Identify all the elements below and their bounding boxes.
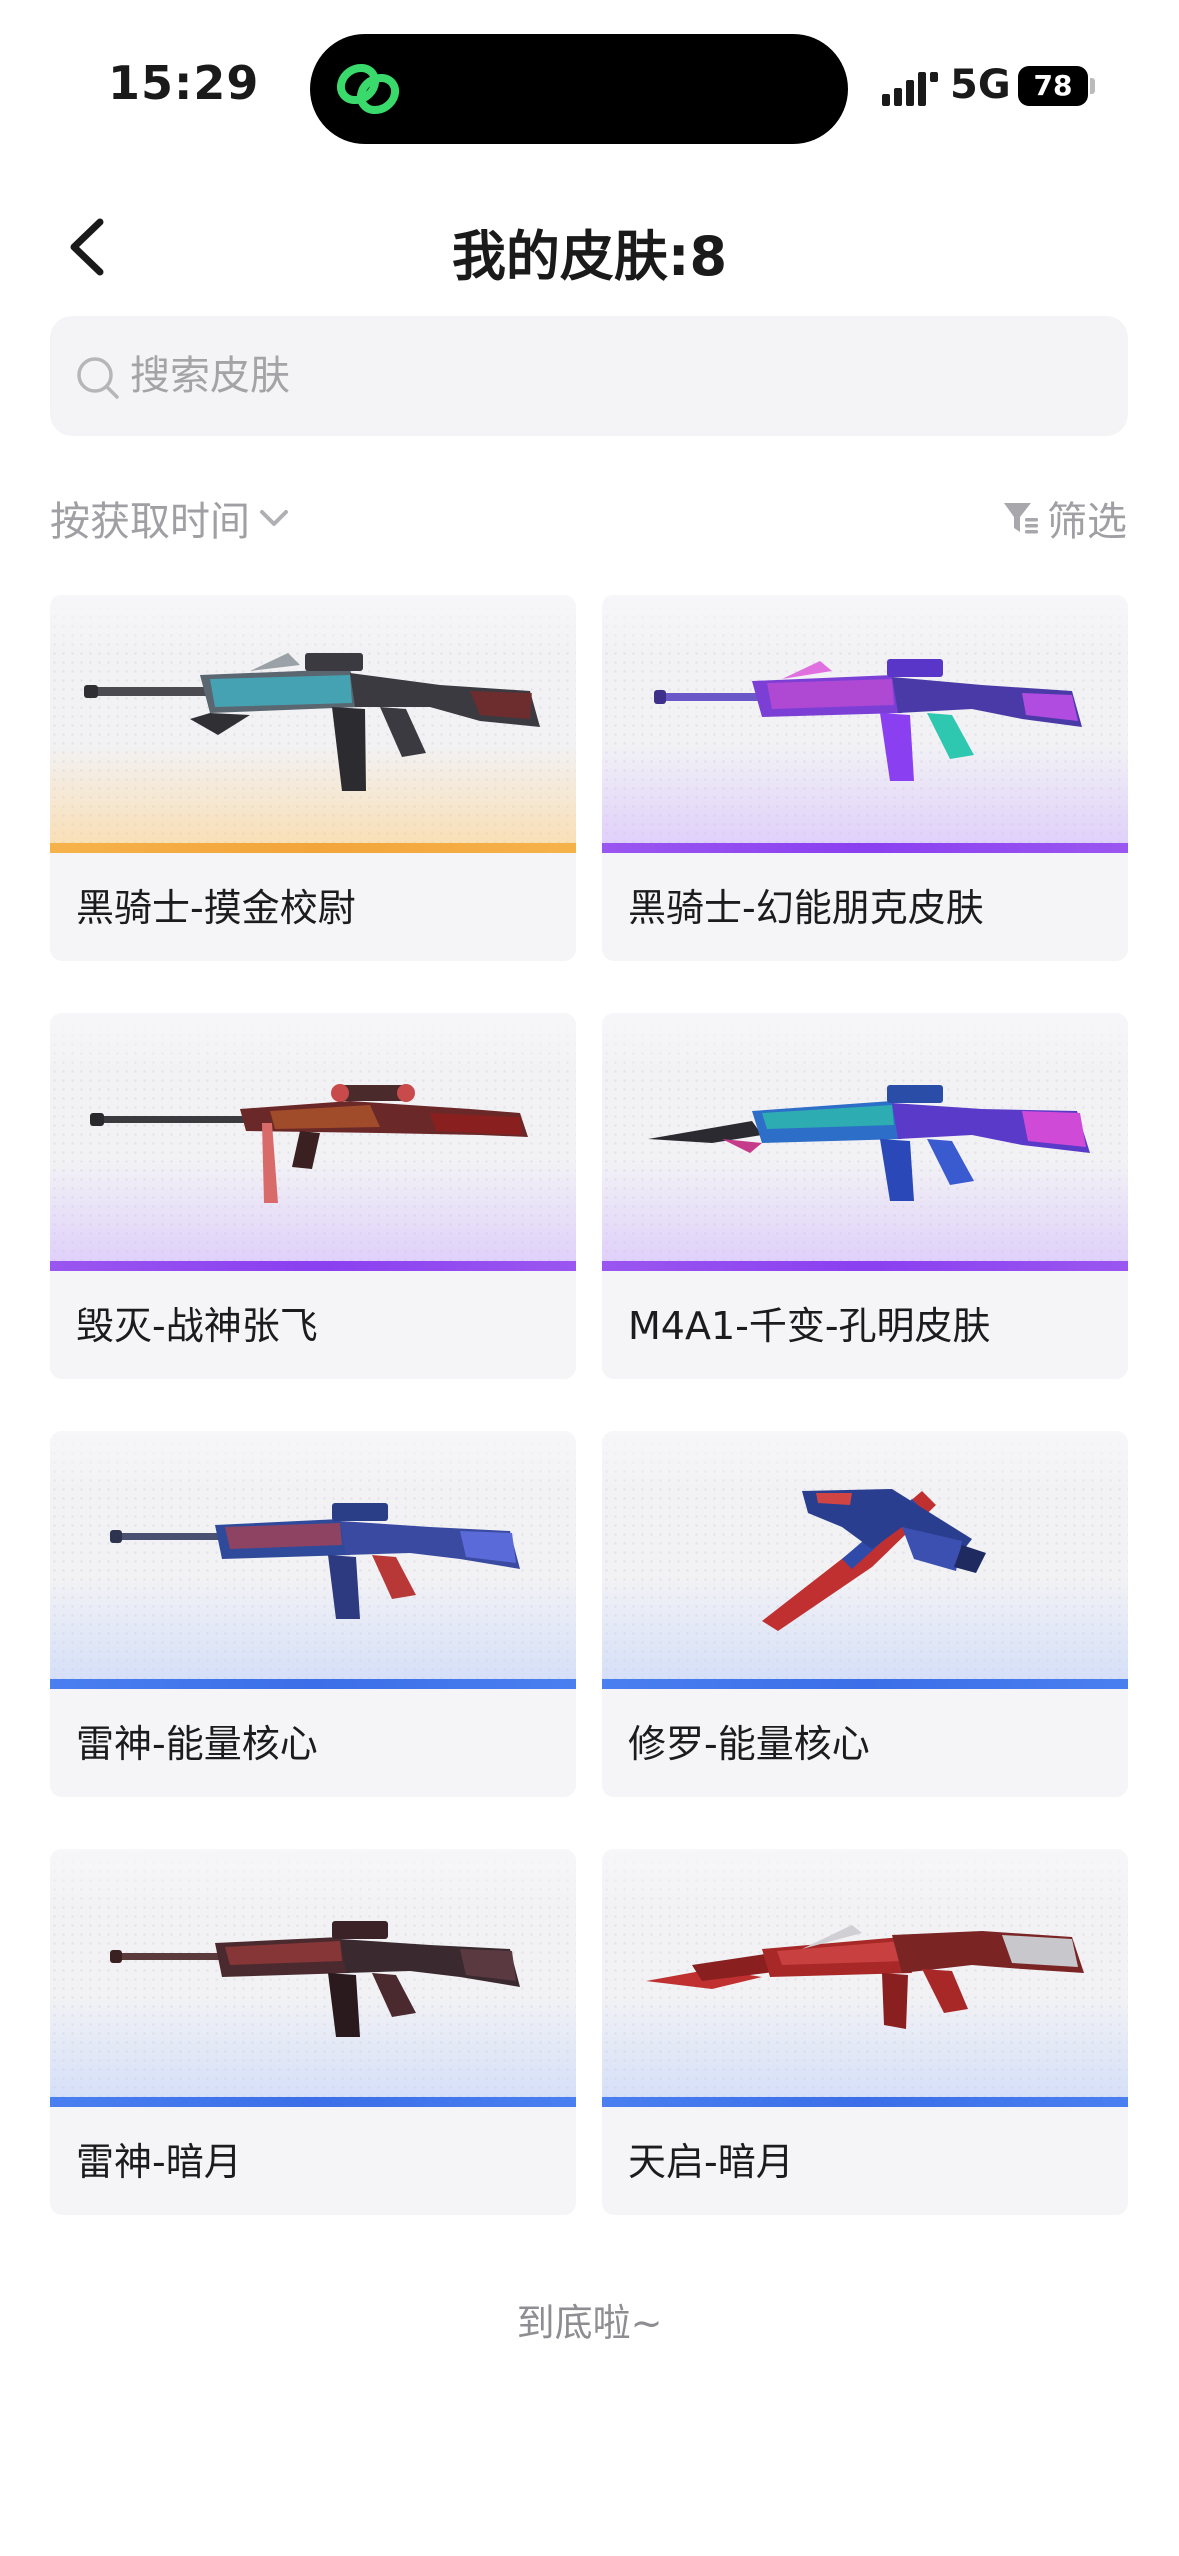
battery-cap <box>1090 78 1095 94</box>
skin-card[interactable]: 天启-暗月 <box>602 1849 1128 2215</box>
skin-name: 雷神-能量核心 <box>76 1722 318 1766</box>
skin-card[interactable]: M4A1-千变-孔明皮肤 <box>602 1013 1128 1379</box>
search-input[interactable] <box>130 346 1030 406</box>
pistol-knife-icon <box>762 1489 986 1631</box>
skin-card[interactable]: 修罗-能量核心 <box>602 1431 1128 1797</box>
battery-level: 78 <box>1018 66 1088 106</box>
sort-dropdown[interactable]: 按获取时间 <box>50 490 294 546</box>
signal-icon <box>882 72 938 106</box>
filter-button[interactable]: 筛选 <box>1001 490 1127 546</box>
rifle-icon <box>110 1921 520 2037</box>
skin-name: M4A1-千变-孔明皮肤 <box>628 1304 991 1348</box>
skin-name: 雷神-暗月 <box>76 2140 242 2184</box>
filter-icon <box>1004 503 1038 534</box>
app-link-icon <box>336 63 400 115</box>
skin-grid: 黑骑士-摸金校尉 黑骑士-幻能朋克皮肤 毁灭-战神张飞 M4A1-千变-孔明皮肤… <box>50 595 1128 2215</box>
skin-image <box>602 1849 1128 2107</box>
skin-image <box>602 1013 1128 1271</box>
end-of-list-text: 到底啦~ <box>516 2301 663 2345</box>
skin-image <box>50 595 576 853</box>
search-bar[interactable] <box>50 316 1128 436</box>
skin-name: 修罗-能量核心 <box>628 1722 870 1766</box>
skin-card[interactable]: 毁灭-战神张飞 <box>50 1013 576 1379</box>
search-icon <box>77 357 119 399</box>
skin-card[interactable]: 黑骑士-摸金校尉 <box>50 595 576 961</box>
skin-card[interactable]: 雷神-能量核心 <box>50 1431 576 1797</box>
battery-icon: 78 <box>1018 66 1095 106</box>
rifle-icon <box>84 653 540 791</box>
skin-image <box>50 1013 576 1271</box>
skin-card[interactable]: 雷神-暗月 <box>50 1849 576 2215</box>
skin-name: 天启-暗月 <box>628 2140 794 2184</box>
sort-label: 按获取时间 <box>50 499 250 545</box>
skin-image <box>50 1849 576 2107</box>
status-time: 15:29 <box>108 56 260 110</box>
rifle-icon <box>648 1085 1090 1201</box>
status-bar: 15:29 5G 78 <box>0 0 1179 160</box>
skin-name: 黑骑士-幻能朋克皮肤 <box>628 886 984 930</box>
network-type: 5G <box>950 62 1011 108</box>
skin-image <box>602 595 1128 853</box>
sniper-rifle-icon <box>90 1084 528 1203</box>
rifle-icon <box>646 1925 1084 2029</box>
skin-name: 毁灭-战神张飞 <box>76 1304 318 1348</box>
chevron-down-icon <box>260 510 288 526</box>
skin-name: 黑骑士-摸金校尉 <box>76 886 356 930</box>
page-title: 我的皮肤:8 <box>451 225 728 288</box>
rifle-icon <box>654 659 1082 781</box>
skin-card[interactable]: 黑骑士-幻能朋克皮肤 <box>602 595 1128 961</box>
skin-image <box>602 1431 1128 1689</box>
filter-label: 筛选 <box>1047 499 1127 545</box>
skin-image <box>50 1431 576 1689</box>
rifle-icon <box>110 1503 520 1619</box>
